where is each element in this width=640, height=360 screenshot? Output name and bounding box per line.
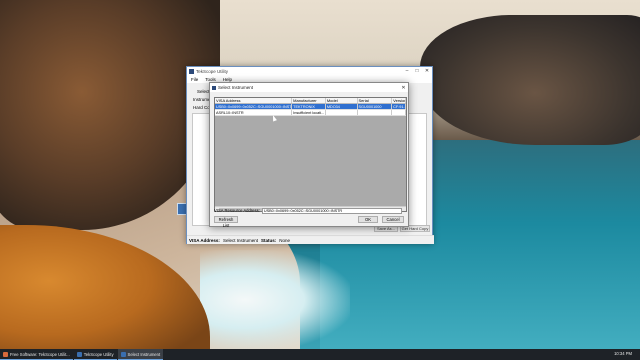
taskbar: Free Software: TekScope Utilit... TekSco… [0, 349, 640, 360]
visa-address-label: VISA Address: [189, 237, 220, 243]
status-label: Status: [260, 237, 277, 243]
app-icon [76, 351, 82, 357]
app-icon [189, 69, 194, 74]
maximize-icon[interactable]: □ [412, 67, 422, 76]
ok-button[interactable]: OK [358, 216, 378, 223]
menu-file[interactable]: File [191, 77, 198, 82]
table-cell: TEKTRONIX [292, 104, 326, 109]
taskbar-item-label: TekScope Utility [83, 351, 114, 357]
resource-address-field[interactable]: USB0::0x0699::0x052C::SGU0001000::INSTR [261, 207, 402, 214]
wallpaper-cliff-right [420, 15, 640, 145]
table-cell: SGU0001000 [358, 104, 393, 109]
column-header-model[interactable]: Model [326, 98, 358, 103]
taskbar-item-label: Free Software: TekScope Utilit... [10, 351, 70, 357]
instrument-table: VISA Address Manufacturer Model Serial V… [214, 97, 407, 212]
dialog-close-icon[interactable]: ✕ [399, 85, 408, 91]
visa-address-value: Select Instrument [222, 237, 258, 243]
dialog-app-icon [212, 85, 216, 90]
table-cell: ASRL10::INSTR [215, 110, 293, 115]
table-cell: MDO34 [326, 104, 358, 109]
status-value: None [279, 237, 290, 243]
resource-address-row: VISA Resource Address: USB0::0x0699::0x0… [214, 207, 402, 214]
cancel-button[interactable]: Cancel [382, 216, 404, 223]
taskbar-item-select-instrument[interactable]: Select Instrument [117, 349, 164, 360]
refresh-list-button[interactable]: Refresh List [214, 216, 238, 228]
table-row[interactable]: ASRL10::INSTR Insufficient locati... [215, 110, 406, 116]
table-cell: USB0::0x0699::0x052C::SGU0001000::INSTR [216, 104, 293, 109]
wallpaper-surf [200, 250, 350, 349]
dialog-titlebar[interactable]: Select Instrument ✕ [210, 83, 408, 92]
column-header-serial[interactable]: Serial [358, 98, 393, 103]
table-cell [326, 110, 358, 115]
taskbar-clock[interactable]: 10:34 PM [614, 351, 632, 356]
minimize-icon[interactable]: – [402, 67, 412, 76]
taskbar-item-label: Select Instrument [127, 351, 161, 357]
table-cell: Insufficient locati... [293, 110, 326, 115]
table-cell [392, 110, 406, 115]
app-icon [120, 351, 126, 357]
resource-address-label: VISA Resource Address: [214, 208, 260, 213]
app-titlebar[interactable]: TekScope Utility – □ ✕ [187, 67, 432, 76]
browser-icon [3, 351, 8, 357]
table-cell [358, 110, 393, 115]
column-header-visa-address[interactable]: VISA Address [215, 98, 293, 103]
table-cell: CF:91.1 [393, 104, 407, 109]
taskbar-item-tekscope[interactable]: TekScope Utility [73, 349, 117, 360]
column-header-version[interactable]: Version [392, 98, 406, 103]
column-header-manufacturer[interactable]: Manufacturer [292, 98, 326, 103]
status-bar: VISA Address: Select Instrument Status: … [187, 235, 434, 244]
taskbar-item-browser[interactable]: Free Software: TekScope Utilit... [0, 349, 73, 360]
dialog-title: Select Instrument [218, 85, 254, 90]
app-title: TekScope Utility [196, 69, 229, 74]
select-instrument-dialog: Select Instrument ✕ VISA Address Manufac… [209, 82, 409, 228]
close-icon[interactable]: ✕ [422, 67, 432, 76]
